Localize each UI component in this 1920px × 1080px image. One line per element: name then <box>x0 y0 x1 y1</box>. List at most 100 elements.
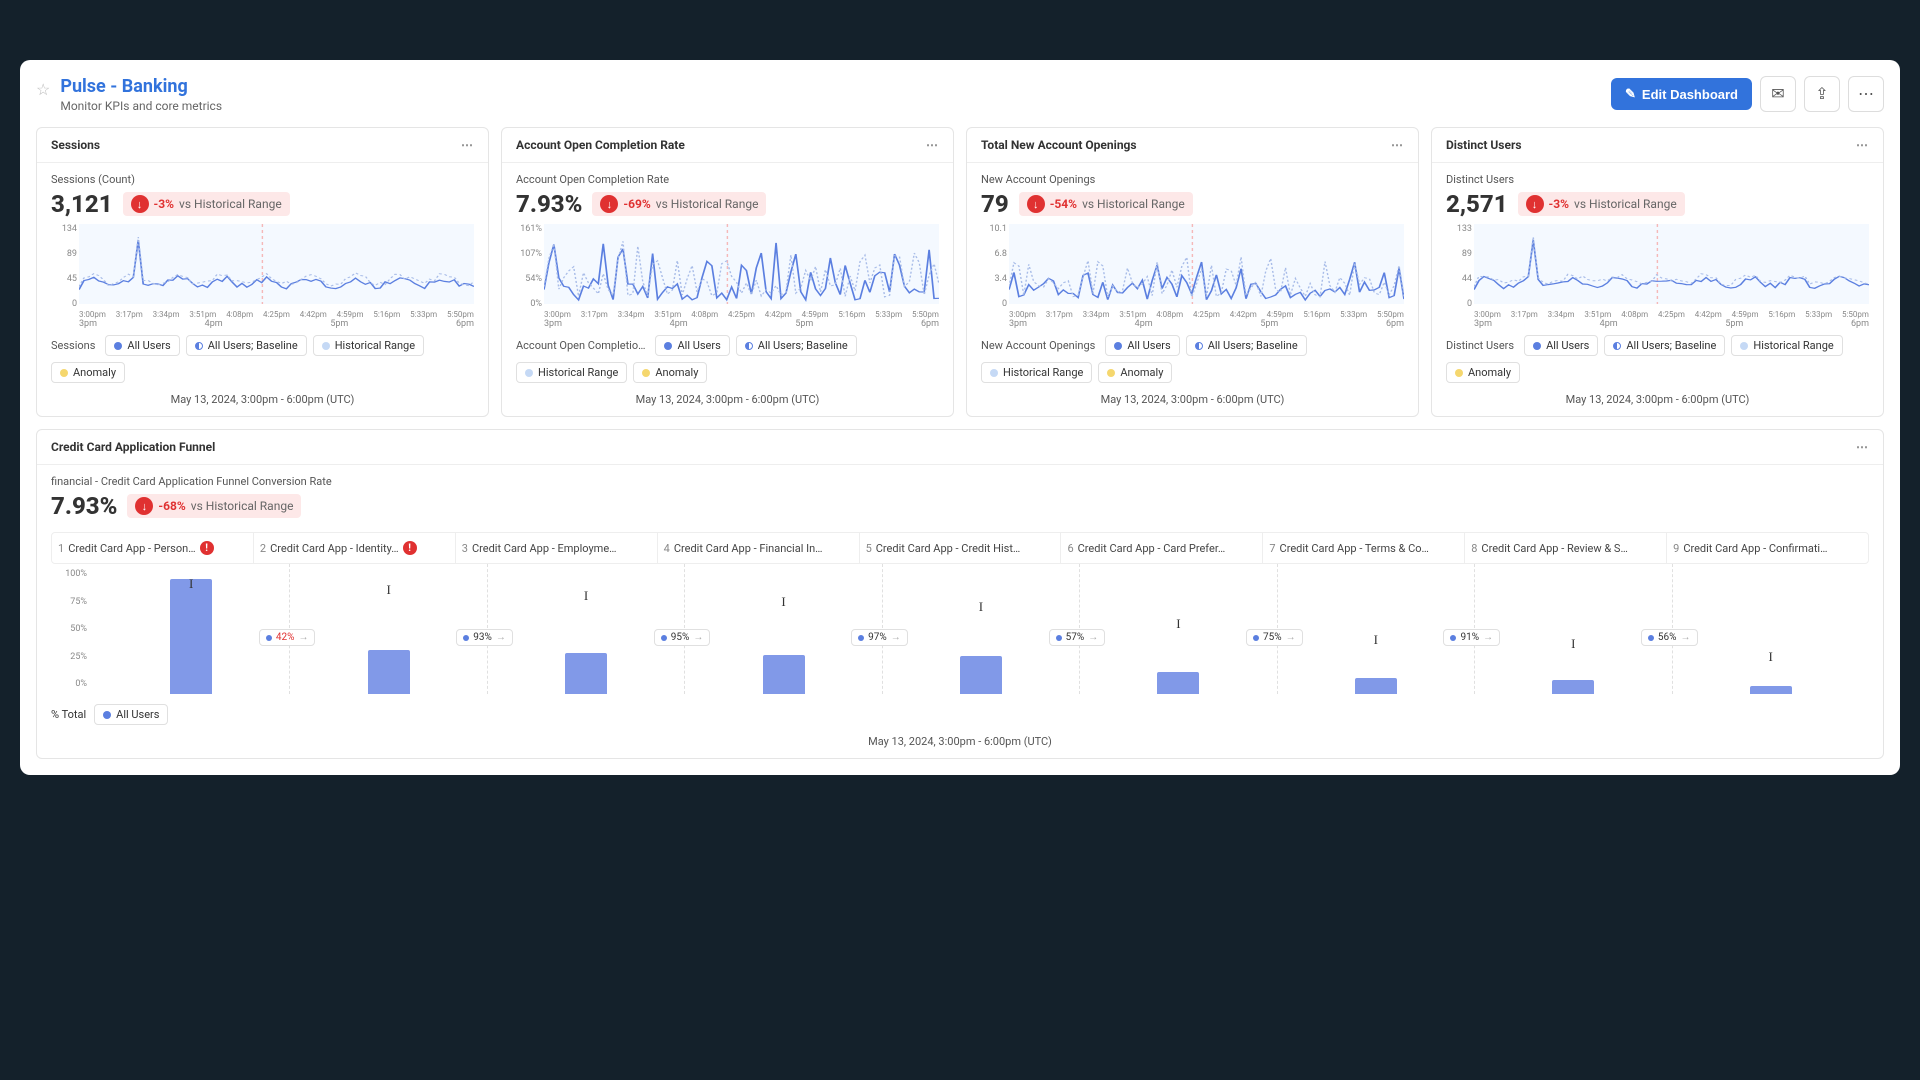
funnel-step-header[interactable]: 5Credit Card App - Credit Hist… <box>860 533 1062 563</box>
x-tick-major: 5pm <box>330 319 348 329</box>
step-name: Credit Card App - Person… <box>68 542 195 555</box>
legend-chip-baseline[interactable]: All Users; Baseline <box>736 335 857 356</box>
conversion-pill[interactable]: 57%→ <box>1049 629 1106 646</box>
error-bar-icon: I <box>1571 636 1575 652</box>
funnel-card: Credit Card Application Funnel ⋯ financi… <box>36 429 1884 759</box>
dashboard-title[interactable]: Pulse - Banking <box>60 76 222 97</box>
share-icon[interactable]: ⇪ <box>1804 76 1840 112</box>
metric-value: 2,571 <box>1446 190 1508 218</box>
legend: Distinct Users All Users All Users; Baseli… <box>1446 335 1869 383</box>
x-tick: 3:34pm <box>618 310 645 319</box>
error-bar-icon: I <box>386 582 390 598</box>
legend-dot-icon <box>1455 369 1463 377</box>
funnel-column[interactable]: I75%→ <box>1080 564 1277 694</box>
card-menu-icon[interactable]: ⋯ <box>1391 138 1404 152</box>
legend-chip-baseline[interactable]: All Users; Baseline <box>1604 335 1725 356</box>
funnel-step-header[interactable]: 3Credit Card App - Employme… <box>456 533 658 563</box>
mini-chart[interactable]: 134894503:00pm3:17pm3:34pm3:51pm4:08pm4:… <box>51 224 474 319</box>
conversion-pill[interactable]: 95%→ <box>654 629 711 646</box>
funnel-y-tick: 50% <box>70 624 87 634</box>
edit-dashboard-button[interactable]: ✎ Edit Dashboard <box>1611 78 1752 110</box>
star-icon[interactable]: ☆ <box>36 80 50 99</box>
legend-dot-icon <box>525 369 533 377</box>
funnel-step-header[interactable]: 2Credit Card App - Identity…! <box>254 533 456 563</box>
legend-chip-anomaly[interactable]: Anomaly <box>1098 362 1172 383</box>
funnel-step-header[interactable]: 4Credit Card App - Financial In… <box>658 533 860 563</box>
funnel-y-label: % Total <box>51 708 86 721</box>
step-number: 1 <box>58 542 64 555</box>
funnel-step-header[interactable]: 9Credit Card App - Confirmati… <box>1667 533 1868 563</box>
funnel-bar <box>1552 680 1594 694</box>
metric-label: Sessions (Count) <box>51 173 474 186</box>
mail-icon[interactable]: ✉ <box>1760 76 1796 112</box>
card-menu-icon[interactable]: ⋯ <box>461 138 474 152</box>
funnel-column[interactable]: I91%→ <box>1278 564 1475 694</box>
funnel-step-header[interactable]: 6Credit Card App - Card Prefer… <box>1061 533 1263 563</box>
conversion-pill[interactable]: 75%→ <box>1246 629 1303 646</box>
legend-dot-icon <box>642 369 650 377</box>
mini-chart[interactable]: 10.16.83.403:00pm3:17pm3:34pm3:51pm4:08p… <box>981 224 1404 319</box>
conv-pct: 56% <box>1658 632 1677 643</box>
funnel-step-header[interactable]: 8Credit Card App - Review & S… <box>1465 533 1667 563</box>
card-menu-icon[interactable]: ⋯ <box>926 138 939 152</box>
legend-chip-hist[interactable]: Historical Range <box>1731 335 1842 356</box>
legend-chip-allusers[interactable]: All Users <box>655 335 729 356</box>
funnel-step-header[interactable]: 1 Credit Card App - Person…! <box>52 533 254 563</box>
legend: Account Open Completio… All Users All User… <box>516 335 939 383</box>
legend-label: Distinct Users <box>1446 339 1514 352</box>
conversion-pill[interactable]: 42%→ <box>259 629 316 646</box>
legend-chip-hist[interactable]: Historical Range <box>516 362 627 383</box>
legend-chip-hist[interactable]: Historical Range <box>313 335 424 356</box>
arrow-right-icon: → <box>496 632 506 643</box>
conv-pct: 91% <box>1460 632 1479 643</box>
funnel-column[interactable]: I42%→ <box>93 564 290 694</box>
funnel-column[interactable]: I93%→ <box>290 564 487 694</box>
legend-chip-allusers[interactable]: All Users <box>1524 335 1598 356</box>
conversion-pill[interactable]: 93%→ <box>456 629 513 646</box>
conv-pct: 97% <box>868 632 887 643</box>
delta-text: vs Historical Range <box>1082 197 1185 211</box>
funnel-metric-label: financial - Credit Card Application Funn… <box>51 475 1869 488</box>
legend-chip-baseline[interactable]: All Users; Baseline <box>186 335 307 356</box>
conversion-pill[interactable]: 91%→ <box>1443 629 1500 646</box>
funnel-column[interactable]: I <box>1673 564 1869 694</box>
arrow-down-icon: ↓ <box>1526 195 1544 213</box>
funnel-column[interactable]: I57%→ <box>883 564 1080 694</box>
x-tick: 3:17pm <box>1511 310 1538 319</box>
legend-dot-icon <box>990 369 998 377</box>
funnel-menu-icon[interactable]: ⋯ <box>1856 440 1869 454</box>
funnel-column[interactable]: I97%→ <box>685 564 882 694</box>
card-menu-icon[interactable]: ⋯ <box>1856 138 1869 152</box>
mini-chart[interactable]: 133894403:00pm3:17pm3:34pm3:51pm4:08pm4:… <box>1446 224 1869 319</box>
legend-chip-allusers[interactable]: All Users <box>1105 335 1179 356</box>
alert-icon: ! <box>403 541 417 555</box>
conversion-pill[interactable]: 97%→ <box>851 629 908 646</box>
x-tick: 4:42pm <box>765 310 792 319</box>
legend-dot-icon <box>195 342 203 350</box>
y-tick: 107% <box>520 249 542 259</box>
funnel-column[interactable]: I56%→ <box>1475 564 1672 694</box>
metric-label: Account Open Completion Rate <box>516 173 939 186</box>
legend-label: Account Open Completio… <box>516 339 645 352</box>
legend-chip-anomaly[interactable]: Anomaly <box>51 362 125 383</box>
legend-chip-anomaly[interactable]: Anomaly <box>633 362 707 383</box>
funnel-step-header[interactable]: 7Credit Card App - Terms & Co… <box>1263 533 1465 563</box>
funnel-bar <box>170 579 212 694</box>
legend-chip-baseline[interactable]: All Users; Baseline <box>1186 335 1307 356</box>
x-tick: 5:33pm <box>410 310 437 319</box>
funnel-y-tick: 0% <box>75 679 87 689</box>
conversion-pill[interactable]: 56%→ <box>1641 629 1698 646</box>
funnel-column[interactable]: I95%→ <box>488 564 685 694</box>
arrow-right-icon: → <box>693 632 703 643</box>
legend-chip-anomaly[interactable]: Anomaly <box>1446 362 1520 383</box>
alert-icon: ! <box>200 541 214 555</box>
more-icon[interactable]: ⋯ <box>1848 76 1884 112</box>
step-name: Credit Card App - Employme… <box>472 542 617 555</box>
y-tick: 0% <box>530 299 542 309</box>
funnel-legend-allusers[interactable]: All Users <box>94 704 168 725</box>
metric-value: 3,121 <box>51 190 113 218</box>
legend-chip-allusers[interactable]: All Users <box>105 335 179 356</box>
mini-chart[interactable]: 161%107%54%0%3:00pm3:17pm3:34pm3:51pm4:0… <box>516 224 939 319</box>
delta-badge: ↓-3%vs Historical Range <box>1518 192 1685 216</box>
legend-chip-hist[interactable]: Historical Range <box>981 362 1092 383</box>
